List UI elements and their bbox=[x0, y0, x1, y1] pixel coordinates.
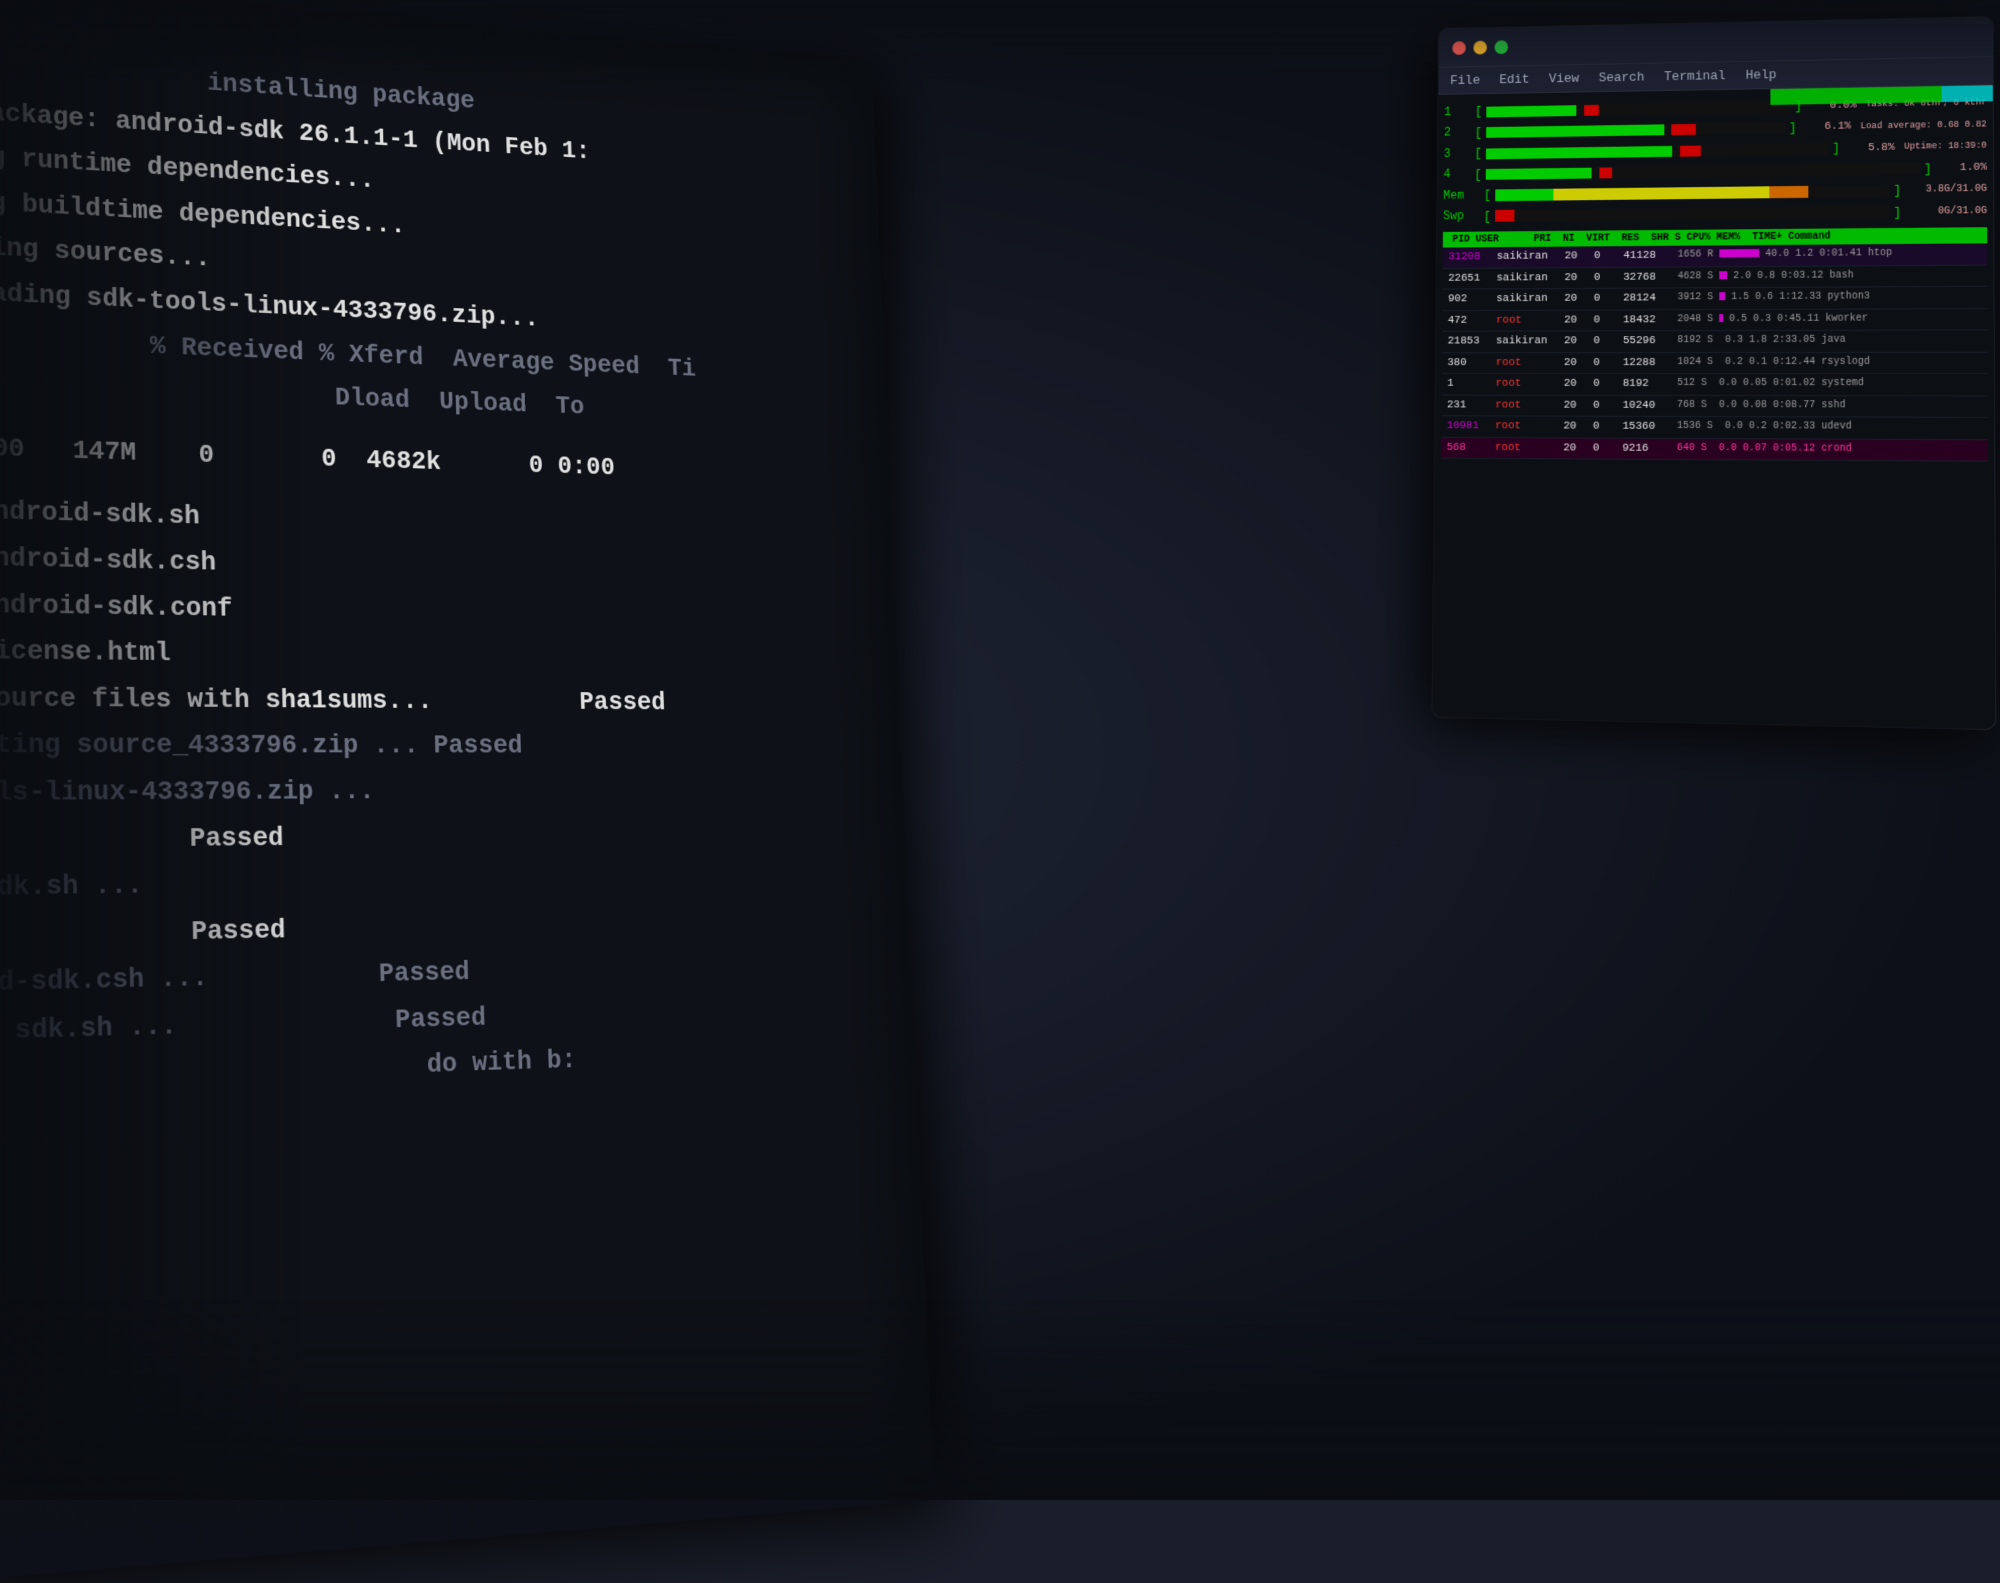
terminal-output: installing package package: android-sdk … bbox=[0, 0, 917, 1148]
proc-virt: 55296 bbox=[1623, 333, 1677, 350]
proc-ni: 0 bbox=[1593, 419, 1623, 436]
desktop-scene: installing package package: android-sdk … bbox=[0, 0, 2000, 1500]
proc-virt: 12288 bbox=[1623, 355, 1677, 371]
maximize-button-icon[interactable] bbox=[1495, 40, 1509, 54]
proc-user-root: root bbox=[1495, 440, 1563, 457]
proc-user-root: root bbox=[1495, 418, 1563, 435]
menu-terminal[interactable]: Terminal bbox=[1664, 68, 1726, 84]
proc-virt: 18432 bbox=[1623, 312, 1677, 329]
proc-virt: 10240 bbox=[1623, 397, 1678, 414]
swp-val: 0G/31.0G bbox=[1905, 204, 1987, 220]
proc-virt: 8192 bbox=[1623, 376, 1677, 392]
proc-virt: 9216 bbox=[1622, 440, 1677, 457]
proc-rest: 640 S 0.0 0.07 0:05.12 crond bbox=[1677, 440, 1982, 458]
proc-virt: 28124 bbox=[1623, 290, 1677, 307]
proc-virt: 32768 bbox=[1623, 269, 1677, 286]
proc-virt: 41128 bbox=[1623, 248, 1677, 265]
cpu-val-3: 5.8% bbox=[1844, 139, 1895, 156]
main-terminal: installing package package: android-sdk … bbox=[0, 0, 934, 1583]
htop-window: File Edit View Search Terminal Help 1 [ … bbox=[1432, 17, 1995, 729]
menu-help[interactable]: Help bbox=[1745, 67, 1776, 82]
proc-ni: 0 bbox=[1593, 397, 1623, 413]
close-button-icon[interactable] bbox=[1452, 41, 1466, 55]
proc-user-root: root bbox=[1496, 376, 1564, 392]
cpu-section: 1 [ ] 0.0% Tasks: 8k 0thr; 0 kthr 2 [ bbox=[1443, 93, 1987, 226]
terminal-line: ating source_4333796.zip ... Passed bbox=[0, 723, 870, 770]
proc-row: 568 root 20 0 9216 640 S 0.0 0.07 0:05.1… bbox=[1441, 437, 1988, 461]
proc-user-root: root bbox=[1495, 397, 1563, 413]
cpu-val-2: 6.1% bbox=[1801, 119, 1851, 136]
minimize-button-icon[interactable] bbox=[1473, 40, 1487, 54]
proc-ni: 0 bbox=[1593, 440, 1623, 457]
proc-virt: 15360 bbox=[1622, 419, 1677, 436]
htop-content: 1 [ ] 0.0% Tasks: 8k 0thr; 0 kthr 2 [ bbox=[1435, 85, 1994, 470]
